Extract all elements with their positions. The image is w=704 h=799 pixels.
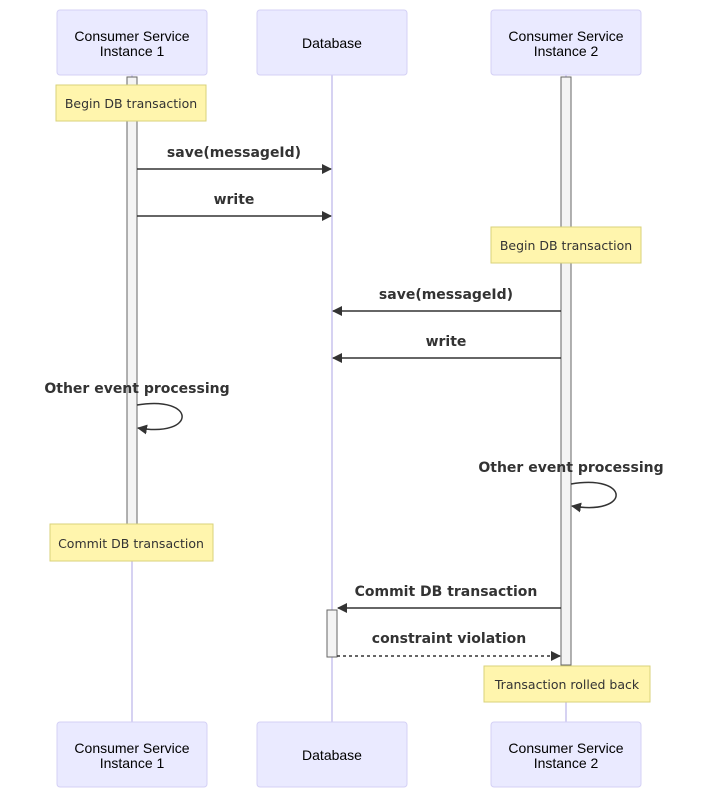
message-label: save(messageId) — [167, 145, 301, 161]
actor-label: Instance 1 — [100, 43, 165, 59]
message-label: save(messageId) — [379, 287, 513, 303]
actor-label: Consumer Service — [508, 740, 623, 756]
self-message-arrow — [136, 402, 183, 435]
svg-text:Transaction rolled back: Transaction rolled back — [494, 677, 640, 692]
activation-database — [326, 609, 338, 658]
svg-text:Begin DB transaction: Begin DB transaction — [500, 238, 632, 253]
self-message-arrow — [570, 481, 617, 513]
actor-label: Consumer Service — [74, 28, 189, 44]
activation-instance-2 — [560, 76, 572, 666]
note-begin-transaction-1: Begin DB transaction — [55, 84, 207, 122]
message-label: Commit DB transaction — [355, 584, 538, 600]
message-label: Other event processing — [44, 381, 229, 397]
actor-label: Database — [302, 747, 362, 763]
activation-instance-1 — [126, 76, 138, 526]
actor-label: Instance 2 — [534, 43, 599, 59]
actor-label: Consumer Service — [74, 740, 189, 756]
actor-label: Instance 1 — [100, 755, 165, 771]
note-commit-transaction: Commit DB transaction — [49, 523, 214, 562]
actor-label: Database — [302, 35, 362, 51]
message-label: constraint violation — [372, 631, 526, 647]
actor-database-top: Database — [256, 9, 408, 76]
actor-instance-1-bottom: Consumer Service Instance 1 — [56, 721, 208, 788]
note-transaction-rolled-back: Transaction rolled back — [483, 665, 651, 703]
actor-label: Consumer Service — [508, 28, 623, 44]
actor-label: Instance 2 — [534, 755, 599, 771]
svg-text:Begin DB transaction: Begin DB transaction — [65, 96, 197, 111]
actor-instance-1-top: Consumer Service Instance 1 — [56, 9, 208, 76]
actor-instance-2-bottom: Consumer Service Instance 2 — [490, 721, 642, 788]
svg-text:Commit DB transaction: Commit DB transaction — [58, 536, 204, 551]
message-label: write — [426, 334, 467, 350]
message-label: Other event processing — [478, 460, 663, 476]
sequence-diagram: Consumer Service Instance 1 Database Con… — [44, 9, 664, 788]
message-label: write — [214, 192, 255, 208]
note-begin-transaction-2: Begin DB transaction — [490, 226, 642, 264]
actor-instance-2-top: Consumer Service Instance 2 — [490, 9, 642, 76]
actor-database-bottom: Database — [256, 721, 408, 788]
